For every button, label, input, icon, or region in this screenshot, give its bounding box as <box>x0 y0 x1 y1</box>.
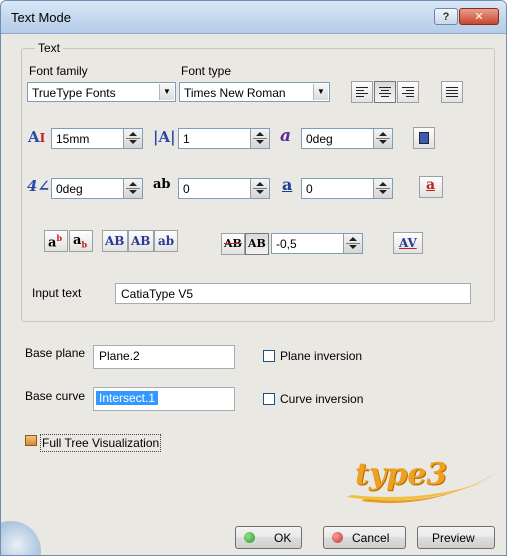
justify-button[interactable] <box>441 81 463 103</box>
overline-button[interactable]: AB <box>245 233 269 255</box>
rotation-icon: 4∠ <box>27 177 51 195</box>
curve-inversion-checkbox[interactable] <box>263 393 275 405</box>
font-type-select[interactable]: Times New Roman ▼ <box>179 82 330 102</box>
spin-arrows-icon <box>123 129 142 148</box>
spacing-spinner[interactable]: 0 <box>178 178 270 199</box>
base-plane-label: Base plane <box>25 346 86 360</box>
subscript-button[interactable]: ab <box>69 230 93 252</box>
strikethrough-icon: AB <box>224 237 242 250</box>
text-mode-dialog: Text Mode ? ✕ Text Font family TrueType … <box>0 0 507 556</box>
spin-arrows-icon <box>250 179 269 198</box>
close-button[interactable]: ✕ <box>459 8 499 25</box>
superscript-button[interactable]: ab <box>44 230 68 252</box>
spin-arrows-icon <box>343 234 362 253</box>
base-curve-field[interactable]: Intersect.1 <box>93 387 235 411</box>
full-tree-toggle-icon[interactable] <box>25 435 37 446</box>
overline-icon: AB <box>248 237 266 250</box>
kerning-button[interactable]: AV <box>393 232 423 254</box>
font-family-select[interactable]: TrueType Fonts ▼ <box>27 82 176 102</box>
plane-inversion-label: Plane inversion <box>280 349 363 363</box>
align-right-icon <box>402 87 414 98</box>
ok-button[interactable]: OK <box>235 526 302 549</box>
strikethrough-button[interactable]: AB <box>221 233 245 255</box>
preview-button[interactable]: Preview <box>417 526 495 549</box>
corner-decoration <box>1 521 41 555</box>
height-spinner[interactable]: 15mm <box>51 128 143 149</box>
font-type-label: Font type <box>181 64 232 78</box>
base-plane-field[interactable]: Plane.2 <box>93 345 235 369</box>
align-left-button[interactable] <box>351 81 373 103</box>
chevron-down-icon: ▼ <box>313 84 328 100</box>
spin-arrows-icon <box>250 129 269 148</box>
spin-arrows-icon <box>373 129 392 148</box>
caps-button[interactable]: AB <box>128 230 154 252</box>
title-bar: Text Mode ? ✕ <box>1 1 506 34</box>
lowercase-icon: ab <box>158 234 175 248</box>
align-center-icon <box>379 87 391 98</box>
small-caps-button[interactable]: AB <box>102 230 128 252</box>
plane-inversion-checkbox[interactable] <box>263 350 275 362</box>
base-curve-label: Base curve <box>25 389 86 403</box>
kerning-icon: AV <box>399 236 417 250</box>
calculator-button[interactable] <box>413 127 435 149</box>
cancel-icon <box>332 532 343 543</box>
lowercase-button[interactable]: ab <box>154 230 178 252</box>
rotation-spinner[interactable]: 0deg <box>51 178 143 199</box>
font-family-label: Font family <box>29 64 88 78</box>
underline-icon: a <box>426 177 436 193</box>
underline-offset-icon: a <box>282 175 293 194</box>
text-group-legend: Text <box>35 41 64 55</box>
window-title: Text Mode <box>11 10 71 25</box>
font-height-icon: AI <box>28 128 46 146</box>
underline-offset-spinner[interactable]: 0 <box>301 178 393 199</box>
full-tree-visualization-toggle[interactable]: Full Tree Visualization <box>40 434 162 452</box>
ratio-icon: |A| <box>153 128 176 146</box>
subscript-icon: ab <box>73 233 88 250</box>
cancel-button[interactable]: Cancel <box>323 526 406 549</box>
justify-icon <box>446 87 458 98</box>
char-spacing-icon: ab <box>153 177 171 192</box>
align-right-button[interactable] <box>397 81 419 103</box>
ratio-spinner[interactable]: 1 <box>178 128 270 149</box>
curve-inversion-label: Curve inversion <box>280 392 364 406</box>
type3-logo: type3 <box>341 451 501 511</box>
ok-icon <box>244 532 255 543</box>
superscript-icon: ab <box>48 233 63 251</box>
logo-text: type3 <box>355 457 448 492</box>
underline-button[interactable]: a <box>419 176 443 198</box>
align-center-button[interactable] <box>374 81 396 103</box>
chevron-down-icon: ▼ <box>159 84 174 100</box>
caps-icon: AB <box>131 234 151 248</box>
spin-arrows-icon <box>373 179 392 198</box>
calculator-icon <box>419 132 429 144</box>
char-ratio-spinner[interactable]: -0,5 <box>271 233 363 254</box>
help-button[interactable]: ? <box>434 8 458 25</box>
spin-arrows-icon <box>123 179 142 198</box>
slant-icon: a <box>280 126 292 146</box>
slant-spinner[interactable]: 0deg <box>301 128 393 149</box>
input-text-field[interactable]: CatiaType V5 <box>115 283 471 304</box>
input-text-label: Input text <box>32 286 82 300</box>
small-caps-icon: AB <box>105 234 125 248</box>
align-left-icon <box>356 87 368 98</box>
